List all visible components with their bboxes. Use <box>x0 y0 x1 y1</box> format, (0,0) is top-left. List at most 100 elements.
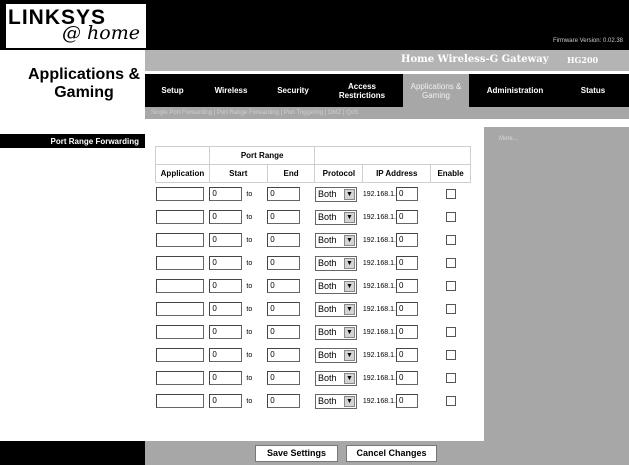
sidebar-footer <box>0 441 145 465</box>
ip-last-octet-input[interactable]: 0 <box>395 233 418 247</box>
protocol-value: Both <box>317 234 337 245</box>
protocol-select[interactable]: Both ▼ <box>314 347 357 363</box>
start-port-input[interactable]: 0 <box>209 371 243 385</box>
enable-checkbox[interactable] <box>445 281 456 291</box>
ip-last-octet-input[interactable]: 0 <box>395 256 418 270</box>
tab-administration[interactable]: Administration <box>473 74 557 107</box>
application-name-input[interactable] <box>155 325 204 339</box>
application-cell <box>155 321 210 344</box>
ip-last-octet-input[interactable]: 0 <box>395 394 418 408</box>
enable-checkbox[interactable] <box>445 327 456 337</box>
ip-cell: 192.168.1. 0 <box>363 275 431 298</box>
enable-checkbox[interactable] <box>445 396 456 406</box>
main-tab-bar: Setup Wireless Security Access Restricti… <box>145 71 629 107</box>
protocol-select[interactable]: Both ▼ <box>314 324 357 340</box>
application-cell <box>155 275 210 298</box>
start-port-input[interactable]: 0 <box>209 302 243 316</box>
blank-header-cell <box>314 146 471 165</box>
tab-status[interactable]: Status <box>557 74 629 107</box>
enable-checkbox[interactable] <box>445 258 456 268</box>
protocol-select[interactable]: Both ▼ <box>314 186 357 202</box>
ip-last-octet-input[interactable]: 0 <box>395 302 418 316</box>
start-port-input[interactable]: 0 <box>209 279 243 293</box>
ip-last-octet-input[interactable]: 0 <box>395 325 418 339</box>
ip-last-octet-input[interactable]: 0 <box>395 371 418 385</box>
top-header: LINKSYS @ home Firmware Version: 0.02.38 <box>0 0 629 50</box>
save-settings-button[interactable]: Save Settings <box>255 445 338 462</box>
more-link[interactable]: More... <box>499 136 518 142</box>
help-panel: More... <box>484 127 629 465</box>
end-port-input[interactable]: 0 <box>267 325 301 339</box>
ip-last-octet-input[interactable]: 0 <box>395 210 418 224</box>
protocol-select[interactable]: Both ▼ <box>314 209 357 225</box>
subtab-strip[interactable]: Single Port Forwarding | Port Range Forw… <box>145 107 484 119</box>
end-port-input[interactable]: 0 <box>267 302 301 316</box>
table-row: 0 to 0 Both ▼ 192.168.1. 0 <box>155 298 471 321</box>
start-port-input[interactable]: 0 <box>209 348 243 362</box>
application-name-input[interactable] <box>155 348 204 362</box>
start-port-input[interactable]: 0 <box>209 325 243 339</box>
application-cell <box>155 183 210 206</box>
firmware-version: Firmware Version: 0.02.38 <box>552 38 623 44</box>
end-port-input[interactable]: 0 <box>267 187 301 202</box>
enable-checkbox[interactable] <box>445 189 456 200</box>
end-port-input[interactable]: 0 <box>267 279 301 293</box>
enable-cell <box>431 229 471 252</box>
protocol-select[interactable]: Both ▼ <box>314 255 357 271</box>
ip-prefix: 192.168.1. <box>362 397 396 405</box>
enable-checkbox[interactable] <box>445 304 456 314</box>
application-name-input[interactable] <box>155 187 204 202</box>
start-cell: 0 to <box>209 321 267 344</box>
cancel-changes-button[interactable]: Cancel Changes <box>346 445 437 462</box>
end-port-input[interactable]: 0 <box>267 371 301 385</box>
protocol-select[interactable]: Both ▼ <box>314 278 357 294</box>
application-name-input[interactable] <box>155 256 204 270</box>
tab-security[interactable]: Security <box>262 74 324 107</box>
tab-setup[interactable]: Setup <box>145 74 200 107</box>
enable-cell <box>431 321 471 344</box>
ip-last-octet-input[interactable]: 0 <box>395 187 418 202</box>
to-label: to <box>246 213 253 221</box>
protocol-select[interactable]: Both ▼ <box>314 232 357 248</box>
end-port-input[interactable]: 0 <box>267 256 301 270</box>
start-port-input[interactable]: 0 <box>209 233 243 247</box>
port-range-header: Port Range <box>208 146 316 165</box>
protocol-select[interactable]: Both ▼ <box>314 393 357 409</box>
enable-cell <box>431 390 471 413</box>
application-name-input[interactable] <box>155 302 204 316</box>
tab-applications-gaming[interactable]: Applications & Gaming <box>403 74 469 107</box>
tab-wireless[interactable]: Wireless <box>200 74 262 107</box>
end-port-input[interactable]: 0 <box>267 348 301 362</box>
application-name-input[interactable] <box>155 233 204 247</box>
application-name-input[interactable] <box>155 371 204 385</box>
application-cell <box>155 344 210 367</box>
tab-access-restrictions[interactable]: Access Restrictions <box>324 74 400 107</box>
enable-checkbox[interactable] <box>445 373 456 383</box>
start-port-input[interactable]: 0 <box>209 394 243 408</box>
start-cell: 0 to <box>209 344 267 367</box>
end-port-input[interactable]: 0 <box>267 210 301 224</box>
application-name-input[interactable] <box>155 210 204 224</box>
application-name-input[interactable] <box>155 279 204 293</box>
enable-checkbox[interactable] <box>445 235 456 245</box>
to-label: to <box>246 259 253 267</box>
ip-last-octet-input[interactable]: 0 <box>395 348 418 362</box>
end-cell: 0 <box>267 390 315 413</box>
enable-checkbox[interactable] <box>445 350 456 360</box>
ip-last-octet-input[interactable]: 0 <box>395 279 418 293</box>
enable-checkbox[interactable] <box>445 212 456 222</box>
start-port-input[interactable]: 0 <box>209 187 243 202</box>
application-name-input[interactable] <box>155 394 204 408</box>
sidebar-section: Port Range Forwarding <box>0 134 145 148</box>
table-row: 0 to 0 Both ▼ 192.168.1. 0 <box>155 206 471 229</box>
end-port-input[interactable]: 0 <box>267 233 301 247</box>
start-port-input[interactable]: 0 <box>209 210 243 224</box>
ip-prefix: 192.168.1. <box>362 259 396 267</box>
protocol-select[interactable]: Both ▼ <box>314 301 357 317</box>
end-port-input[interactable]: 0 <box>267 394 301 408</box>
protocol-select[interactable]: Both ▼ <box>314 370 357 386</box>
ip-cell: 192.168.1. 0 <box>363 344 431 367</box>
start-port-input[interactable]: 0 <box>209 256 243 270</box>
protocol-value: Both <box>317 303 337 314</box>
protocol-cell: Both ▼ <box>314 275 363 298</box>
